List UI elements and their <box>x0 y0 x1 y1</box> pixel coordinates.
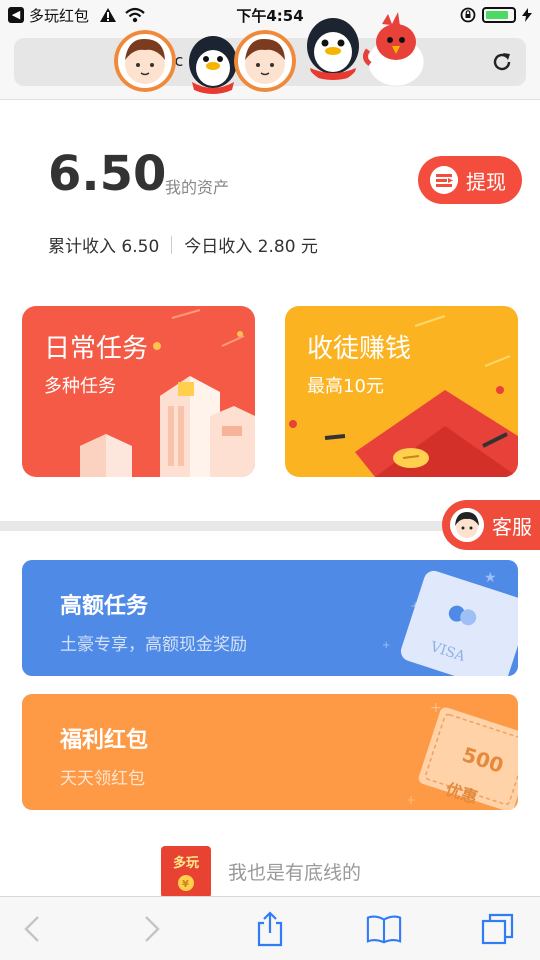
high-reward-tasks-title: 高额任务 <box>60 594 149 619</box>
browser-toolbar <box>0 896 540 960</box>
customer-service-button[interactable]: 客服 <box>442 500 540 550</box>
chevron-right-icon <box>145 916 160 942</box>
wifi-icon <box>125 7 145 23</box>
share-button[interactable] <box>252 911 288 947</box>
welfare-red-envelope-title: 福利红包 <box>60 728 149 753</box>
balance-label: 我的资产 <box>165 178 230 197</box>
income-divider <box>171 235 173 254</box>
assets-section: 6.50 我的资产 提现 累计收入 6.50 今日收入 2.80 元 <box>0 100 540 270</box>
invite-earn-title: 收徒赚钱 <box>307 334 412 364</box>
back-app-label: 多玩红包 <box>29 6 90 25</box>
boy-avatar-icon <box>114 30 176 92</box>
girl-avatar-icon <box>450 508 484 542</box>
daily-tasks-subtitle: 多种任务 <box>44 376 116 397</box>
customer-service-label: 客服 <box>492 514 532 539</box>
today-income: 今日收入 2.80 元 <box>184 237 318 257</box>
daily-tasks-title: 日常任务 <box>44 334 149 364</box>
high-reward-tasks-banner[interactable]: ★ + + 高额任务 土豪专享，高额现金奖励 VISA <box>22 560 518 676</box>
chevron-left-icon <box>24 916 39 942</box>
end-of-list-text: 我也是有底线的 <box>228 862 362 884</box>
forward-button[interactable] <box>134 911 170 947</box>
share-icon <box>257 911 283 947</box>
bird-avatar-icon <box>362 12 425 87</box>
coin-icon: ¥ <box>178 875 194 891</box>
svg-text:+: + <box>382 640 390 651</box>
tabs-button[interactable] <box>480 911 516 947</box>
invite-earn-card[interactable]: 收徒赚钱 最高10元 <box>285 306 518 477</box>
battery-icon <box>482 7 516 23</box>
welfare-red-envelope-banner[interactable]: + + 福利红包 天天领红包 500 优惠 <box>22 694 518 810</box>
rotation-lock-icon <box>460 7 476 23</box>
browser-address-area: ic pa o <box>0 12 540 100</box>
status-bar: ◀ 多玩红包 下午4:54 <box>0 0 540 30</box>
back-arrow-icon: ◀ <box>8 7 24 23</box>
wallet-icon <box>430 166 458 194</box>
tabs-icon <box>481 913 514 945</box>
charging-icon <box>522 8 532 22</box>
app-logo: 多玩 ¥ <box>161 846 211 898</box>
back-to-app[interactable]: ◀ 多玩红包 <box>8 5 89 26</box>
mascot-avatars <box>110 12 440 100</box>
invite-earn-subtitle: 最高10元 <box>307 376 384 397</box>
high-reward-tasks-subtitle: 土豪专享，高额现金奖励 <box>60 635 247 655</box>
status-time: 下午4:54 <box>236 6 304 25</box>
svg-text:+: + <box>406 793 416 807</box>
book-icon <box>366 915 402 944</box>
back-button[interactable] <box>14 911 50 947</box>
withdraw-button[interactable]: 提现 <box>418 156 522 204</box>
boy-avatar-icon <box>234 30 296 92</box>
svg-text:★: ★ <box>484 570 497 586</box>
svg-text:¥: ¥ <box>182 879 189 890</box>
total-income: 累计收入 6.50 <box>48 237 160 257</box>
balance-value: 6.50 <box>48 146 167 202</box>
bookmarks-button[interactable] <box>366 911 402 947</box>
welfare-red-envelope-subtitle: 天天领红包 <box>60 769 145 789</box>
penguin-avatar-icon <box>307 18 359 80</box>
app-logo-text: 多玩 <box>172 856 199 871</box>
withdraw-label: 提现 <box>466 169 506 194</box>
reload-icon[interactable] <box>490 50 514 74</box>
daily-tasks-card[interactable]: 日常任务 多种任务 <box>22 306 255 477</box>
warning-icon <box>100 8 117 22</box>
income-row: 累计收入 6.50 今日收入 2.80 元 <box>48 232 318 257</box>
